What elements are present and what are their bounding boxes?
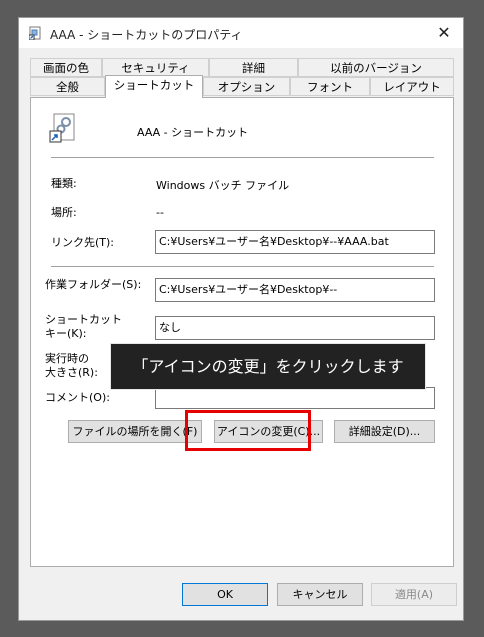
target-label: リンク先(T):	[51, 236, 115, 249]
run-label-line2: 大きさ(R):	[45, 366, 98, 379]
tab-color[interactable]: 画面の色	[30, 58, 102, 77]
type-value: Windows バッチ ファイル	[156, 179, 290, 192]
workdir-field[interactable]: C:¥Users¥ユーザー名¥Desktop¥--	[155, 278, 435, 302]
apply-button[interactable]: 適用(A)	[371, 583, 457, 606]
ok-button[interactable]: OK	[182, 583, 268, 606]
separator	[51, 266, 434, 267]
instruction-callout: 「アイコンの変更」をクリックします	[110, 343, 426, 390]
separator	[51, 157, 434, 158]
shortcut-name: AAA - ショートカット	[137, 126, 249, 139]
tab-shortcut[interactable]: ショートカット	[105, 75, 203, 98]
target-field[interactable]: C:¥Users¥ユーザー名¥Desktop¥--¥AAA.bat	[155, 230, 435, 254]
tab-general[interactable]: 全般	[30, 77, 105, 96]
comment-field[interactable]	[155, 387, 435, 409]
tab-font[interactable]: フォント	[290, 77, 370, 96]
window-title: AAA - ショートカットのプロパティ	[50, 28, 243, 42]
hotkey-label-line2: キー(K):	[45, 327, 87, 340]
run-label-line1: 実行時の	[45, 352, 89, 365]
location-value: --	[156, 206, 164, 219]
properties-dialog: AAA - ショートカットのプロパティ ✕ 画面の色 セキュリティ 詳細 以前の…	[18, 17, 464, 621]
title-bar: AAA - ショートカットのプロパティ ✕	[19, 18, 463, 48]
advanced-settings-button[interactable]: 詳細設定(D)...	[334, 420, 435, 443]
comment-label: コメント(O):	[45, 391, 110, 404]
location-label: 場所:	[51, 206, 77, 219]
tab-layout[interactable]: レイアウト	[370, 77, 454, 96]
workdir-label: 作業フォルダー(S):	[45, 278, 142, 291]
highlight-box	[185, 410, 311, 451]
tab-options[interactable]: オプション	[203, 77, 290, 96]
hotkey-field[interactable]: なし	[155, 316, 435, 340]
open-file-location-button[interactable]: ファイルの場所を開く(F)	[68, 420, 202, 443]
tab-details[interactable]: 詳細	[209, 58, 298, 77]
close-icon[interactable]: ✕	[433, 22, 455, 44]
type-label: 種類:	[51, 177, 77, 190]
shortcut-tab-panel: AAA - ショートカット 種類: Windows バッチ ファイル 場所: -…	[30, 97, 454, 567]
tab-previous-versions[interactable]: 以前のバージョン	[298, 58, 454, 77]
cancel-button[interactable]: キャンセル	[277, 583, 363, 606]
hotkey-label-line1: ショートカット	[45, 313, 122, 326]
shortcut-app-icon	[29, 26, 41, 40]
batch-file-icon	[49, 113, 75, 143]
